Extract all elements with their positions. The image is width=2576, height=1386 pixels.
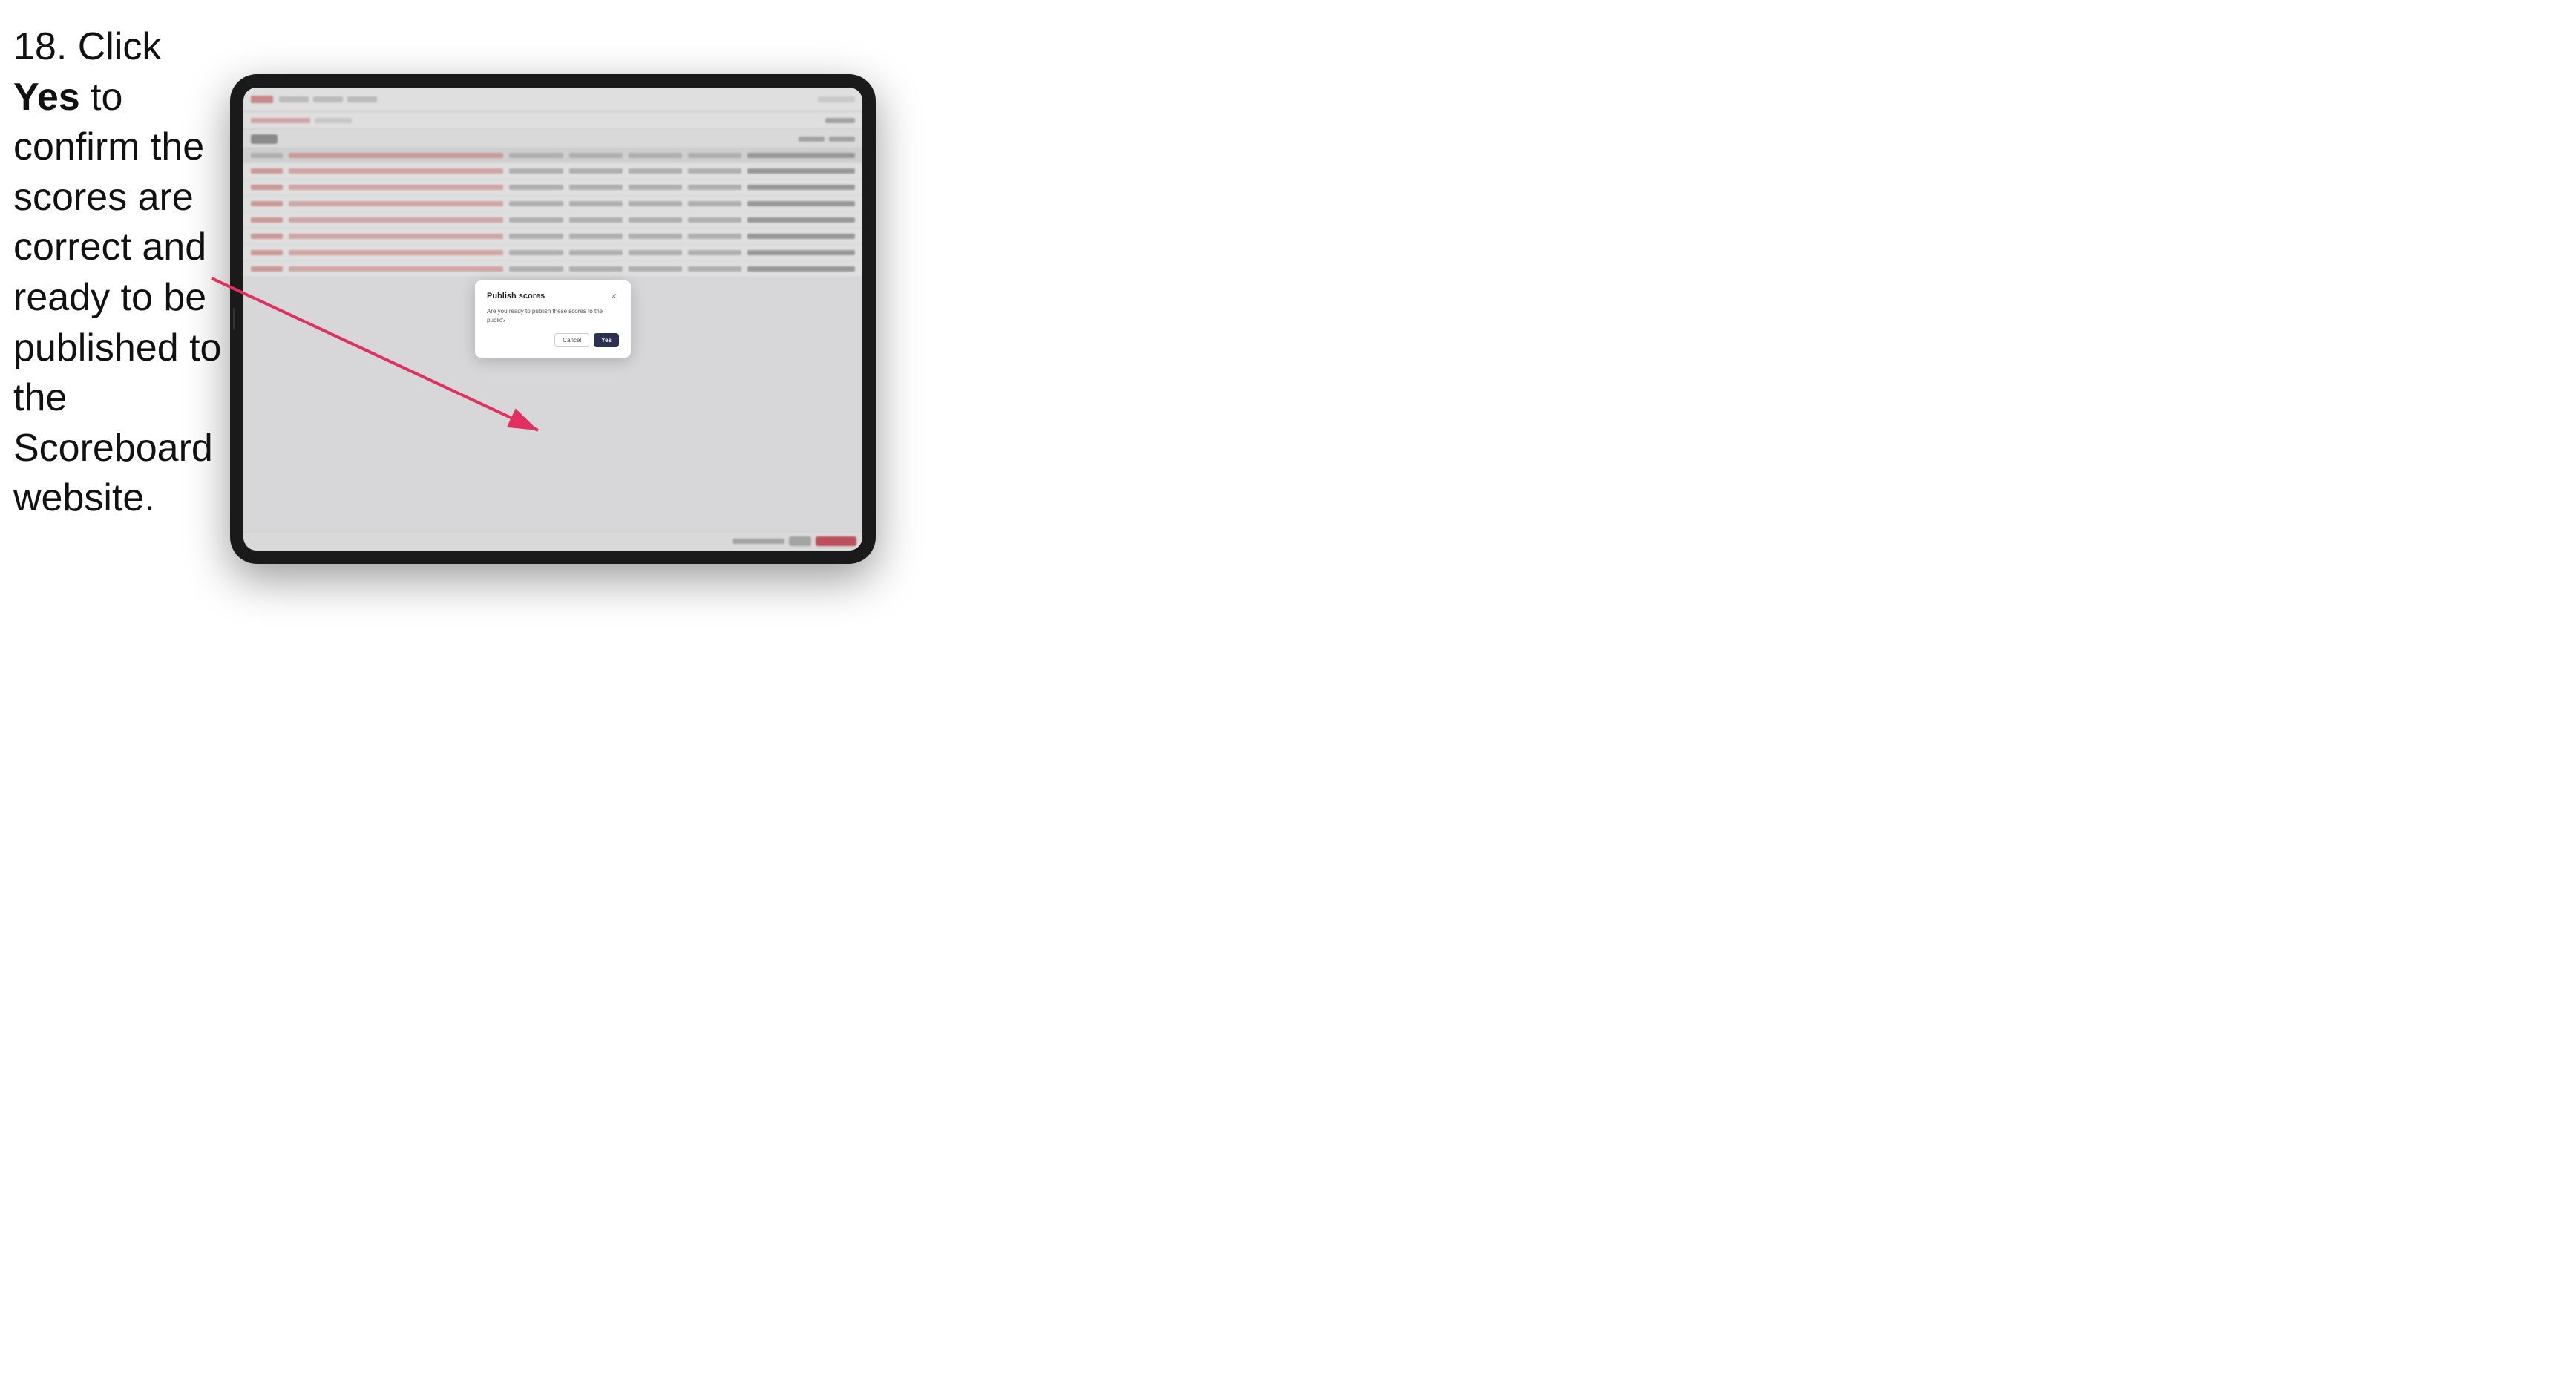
instruction-text: 18. Click Yes to confirm the scores are … — [13, 22, 229, 524]
tablet-side-button — [233, 308, 235, 330]
modal-overlay: Publish scores ✕ Are you ready to publis… — [243, 88, 862, 551]
yes-button[interactable]: Yes — [594, 333, 619, 347]
yes-emphasis: Yes — [13, 76, 80, 119]
dialog-actions: Cancel Yes — [487, 333, 619, 347]
tablet-device: Publish scores ✕ Are you ready to publis… — [230, 74, 876, 564]
text-post: to confirm the scores are correct and re… — [13, 76, 221, 520]
dialog-header: Publish scores ✕ — [487, 291, 619, 301]
dialog-body-text: Are you ready to publish these scores to… — [487, 307, 619, 323]
cancel-button[interactable]: Cancel — [554, 333, 589, 347]
dialog-title: Publish scores — [487, 292, 545, 300]
text-pre: Click — [78, 25, 162, 68]
publish-scores-dialog: Publish scores ✕ Are you ready to publis… — [475, 280, 631, 357]
dialog-close-button[interactable]: ✕ — [609, 291, 619, 301]
step-number: 18. — [13, 25, 67, 68]
tablet-screen: Publish scores ✕ Are you ready to publis… — [243, 88, 862, 551]
